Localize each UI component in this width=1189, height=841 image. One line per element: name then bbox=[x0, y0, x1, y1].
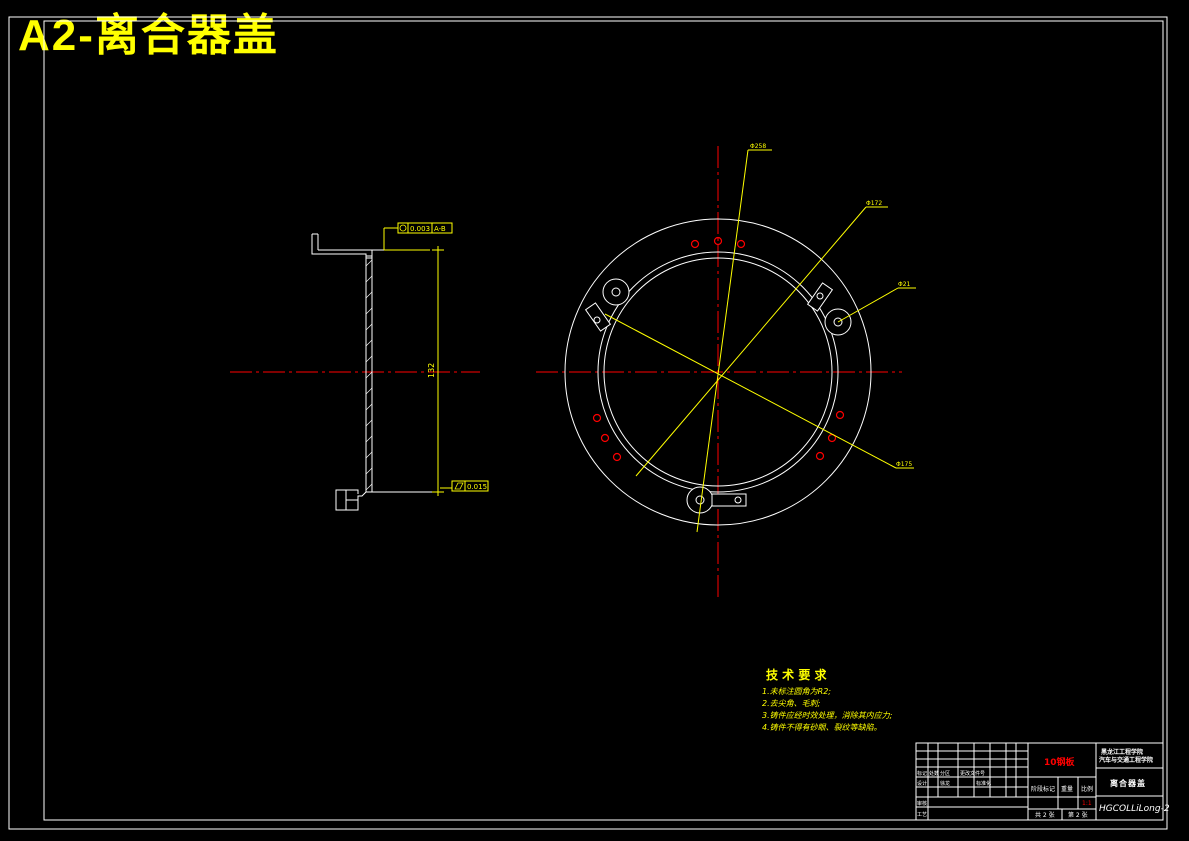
weight-label: 重量 bbox=[1061, 785, 1073, 793]
drawing-canvas: 132 0.003 A-B 0.015 Φ258 Φ172 Φ21 Φ175 技… bbox=[8, 16, 1170, 830]
zone-label: 分区 bbox=[940, 770, 950, 777]
inner-border bbox=[43, 20, 1164, 821]
designer-label: 设计 bbox=[917, 780, 927, 787]
sheets-total: 共 2 张 bbox=[1035, 811, 1055, 819]
material-label: 10钢板 bbox=[1044, 756, 1076, 768]
datum-reference: A-B bbox=[434, 225, 446, 233]
flatness-symbol-icon bbox=[454, 482, 464, 490]
tech-req-heading: 技 术 要 求 bbox=[766, 667, 828, 682]
qty-label: 处数 bbox=[929, 770, 939, 777]
outer-border bbox=[8, 16, 1168, 830]
tech-req-item: 4.铸件不得有砂眼、裂纹等缺陷。 bbox=[762, 723, 882, 732]
school-name: 黑龙江工程学院 bbox=[1101, 748, 1143, 756]
standardize-label: 标准化 bbox=[976, 780, 991, 787]
dia-lower-right-label: Φ175 bbox=[896, 461, 912, 468]
tech-req-item: 3.铸件应经时效处理，消除其内应力; bbox=[762, 711, 893, 720]
dia-upper-right-label: Φ172 bbox=[866, 200, 882, 207]
wall-hatching bbox=[365, 259, 373, 491]
wall-section bbox=[365, 255, 373, 493]
dia-top-label: Φ258 bbox=[750, 143, 766, 150]
change-doc-label: 更改文件号 bbox=[960, 770, 985, 777]
drawing-number: HGCOLLiLong-2 bbox=[1099, 804, 1170, 814]
drawing-sheet: A2-离合器盖 132 0.003 A-B 0.015 Φ258 Φ172 Φ2… bbox=[0, 0, 1189, 841]
top-flange-outline bbox=[311, 234, 430, 259]
dimension-leaders bbox=[604, 149, 916, 533]
flatness-value: 0.015 bbox=[467, 483, 487, 491]
part-name: 离合器盖 bbox=[1110, 778, 1146, 788]
title-block: 10钢板 黑龙江工程学院 汽车与交通工程学院 离合器盖 HGCOLLiLong-… bbox=[915, 742, 1170, 821]
process-label: 工艺 bbox=[917, 812, 927, 818]
plan-view: Φ258 Φ172 Φ21 Φ175 bbox=[536, 143, 916, 600]
section-view: 132 0.003 A-B 0.015 bbox=[230, 222, 489, 511]
sheet-number: 第 2 张 bbox=[1068, 811, 1088, 819]
department-name: 汽车与交通工程学院 bbox=[1099, 756, 1153, 764]
review-label: 审核 bbox=[917, 800, 927, 807]
marks-label: 标记 bbox=[917, 770, 927, 777]
height-dimension-label: 132 bbox=[427, 363, 436, 378]
technical-requirements: 技 术 要 求 1.未标注圆角为R2; 2.去尖角、毛刺; 3.铸件应经时效处理… bbox=[762, 667, 893, 732]
tech-req-item: 2.去尖角、毛刺; bbox=[762, 699, 821, 708]
dia-mid-right-label: Φ21 bbox=[898, 281, 911, 288]
stage-mark-label: 阶段标记 bbox=[1031, 785, 1055, 793]
runout-symbol-icon bbox=[399, 224, 407, 232]
designer-name: 徐龙 bbox=[940, 780, 950, 787]
tech-req-item: 1.未标注圆角为R2; bbox=[762, 687, 831, 696]
scale-value: 1:1 bbox=[1082, 800, 1092, 807]
scale-label: 比例 bbox=[1081, 785, 1093, 793]
runout-value: 0.003 bbox=[410, 225, 430, 233]
